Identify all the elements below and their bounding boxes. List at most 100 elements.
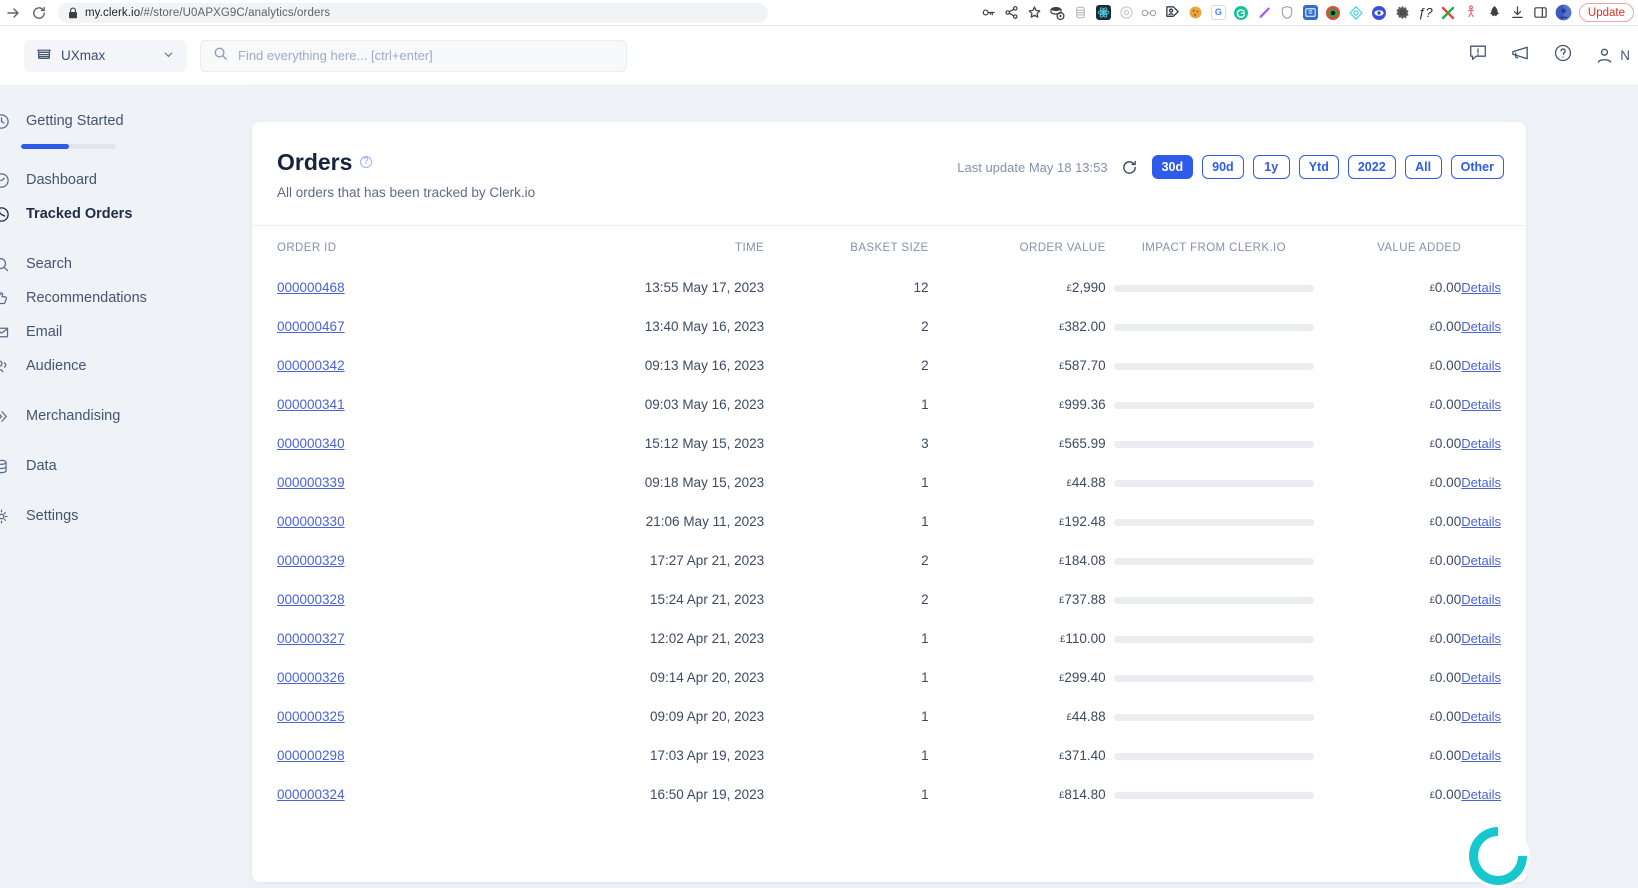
gear-icon[interactable] [1392,2,1413,23]
cookie-manager-icon[interactable] [1047,2,1068,23]
diamond-icon[interactable] [1346,2,1367,23]
refresh-button[interactable] [1117,154,1143,180]
details-link[interactable]: Details [1461,709,1501,724]
battery-icon[interactable] [1070,2,1091,23]
sidebar-item-audience[interactable]: Audience [0,349,248,383]
order-id-link[interactable]: 000000298 [277,748,345,763]
order-id-link[interactable]: 000000326 [277,670,345,685]
runner-icon[interactable] [1461,2,1482,23]
order-id-link[interactable]: 000000329 [277,553,345,568]
announcements-icon[interactable] [1510,43,1531,69]
sidebar-item-email[interactable]: Email [0,315,248,349]
global-search[interactable] [200,39,627,72]
font-icon[interactable]: ƒ? [1415,2,1436,23]
help-circle-icon[interactable]: ? [359,155,372,168]
bookmark-star-icon[interactable] [1024,2,1045,23]
details-link[interactable]: Details [1461,514,1501,529]
range-button-1y[interactable]: 1y [1252,155,1290,179]
order-id-link[interactable]: 000000328 [277,592,345,607]
details-link[interactable]: Details [1461,280,1501,295]
cookie-icon[interactable] [1185,2,1206,23]
download-icon[interactable] [1507,2,1528,23]
cell-value-added: £0.00 [1322,541,1462,580]
order-value-text: 44.88 [1071,709,1106,724]
header-actions: N [1468,43,1638,69]
details-link[interactable]: Details [1461,397,1501,412]
cell-value-added: £0.00 [1322,658,1462,697]
cell-time: 21:06 May 11, 2023 [645,514,765,529]
order-value-text: 565.99 [1064,436,1106,451]
colorpicker-icon[interactable] [1323,2,1344,23]
card-icon[interactable] [1300,2,1321,23]
range-button-2022[interactable]: 2022 [1347,155,1396,179]
grammarly-icon[interactable] [1231,2,1252,23]
highlighter-icon[interactable] [1254,2,1275,23]
details-link[interactable]: Details [1461,553,1501,568]
details-link[interactable]: Details [1461,592,1501,607]
react-devtools-icon[interactable] [1093,2,1114,23]
google-translate-icon[interactable]: G [1208,2,1229,23]
cell-basket-size: 3 [921,436,929,451]
person-tag-icon[interactable] [1162,2,1183,23]
details-link[interactable]: Details [1461,748,1501,763]
order-id-link[interactable]: 000000339 [277,475,345,490]
sidebar-item-dashboard[interactable]: Dashboard [0,163,248,197]
sidebar-item-recommendations[interactable]: Recommendations [0,281,248,315]
target-icon[interactable] [1116,2,1137,23]
account-menu[interactable]: N [1595,46,1630,65]
details-link[interactable]: Details [1461,787,1501,802]
chat-widget-icon[interactable] [1466,824,1530,888]
gauge-icon [0,172,12,189]
sidebar-item-search[interactable]: Search [0,247,248,281]
rocket-icon[interactable] [1484,2,1505,23]
order-id-link[interactable]: 000000467 [277,319,345,334]
sidebar-item-settings[interactable]: Settings [0,499,248,533]
sidebar-item-getting-started[interactable]: Getting Started [0,104,248,138]
forward-icon[interactable] [0,0,26,26]
range-button-30d[interactable]: 30d [1151,155,1194,179]
order-id-link[interactable]: 000000468 [277,280,345,295]
sidepanel-icon[interactable] [1530,2,1551,23]
url-path: /#/store/U0APXG9C/analytics/orders [140,6,331,19]
order-id-link[interactable]: 000000341 [277,397,345,412]
help-icon[interactable] [1553,43,1573,68]
details-link[interactable]: Details [1461,358,1501,373]
email-icon [0,324,12,341]
reload-icon[interactable] [26,0,52,26]
onboarding-progress [21,144,116,149]
details-link[interactable]: Details [1461,631,1501,646]
cell-order-value: £110.00 [929,619,1106,658]
order-id-link[interactable]: 000000340 [277,436,345,451]
cross-tool-icon[interactable] [1438,2,1459,23]
sidebar-item-tracked-orders[interactable]: Tracked Orders [0,197,248,231]
sidebar-item-merchandising[interactable]: Merchandising [0,399,248,433]
details-link[interactable]: Details [1461,319,1501,334]
search-input[interactable] [238,48,614,63]
range-button-other[interactable]: Other [1450,155,1504,179]
order-id-link[interactable]: 000000342 [277,358,345,373]
col-impact: IMPACT FROM CLERK.IO [1141,242,1286,254]
order-id-link[interactable]: 000000327 [277,631,345,646]
details-link[interactable]: Details [1461,475,1501,490]
orders-table: ORDER ID TIME BASKET SIZE ORDER VALUE IM… [252,226,1526,814]
order-id-link[interactable]: 000000330 [277,514,345,529]
store-selector[interactable]: UXmax [24,39,187,72]
order-id-link[interactable]: 000000325 [277,709,345,724]
feedback-icon[interactable] [1468,43,1488,68]
profile-avatar-icon[interactable] [1553,2,1574,23]
update-button[interactable]: Update [1578,3,1634,22]
range-button-ytd[interactable]: Ytd [1298,155,1339,179]
key-icon[interactable] [978,2,999,23]
eye-icon[interactable] [1369,2,1390,23]
range-button-90d[interactable]: 90d [1202,155,1244,179]
order-id-link[interactable]: 000000324 [277,787,345,802]
sidebar-item-label: Tracked Orders [26,206,133,222]
range-button-all[interactable]: All [1404,155,1442,179]
share-icon[interactable] [1001,2,1022,23]
shield-icon[interactable] [1277,2,1298,23]
details-link[interactable]: Details [1461,436,1501,451]
sidebar-item-data[interactable]: Data [0,449,248,483]
glasses-icon[interactable] [1139,2,1160,23]
address-bar[interactable]: my.clerk.io/#/store/U0APXG9C/analytics/o… [58,2,768,23]
details-link[interactable]: Details [1461,670,1501,685]
